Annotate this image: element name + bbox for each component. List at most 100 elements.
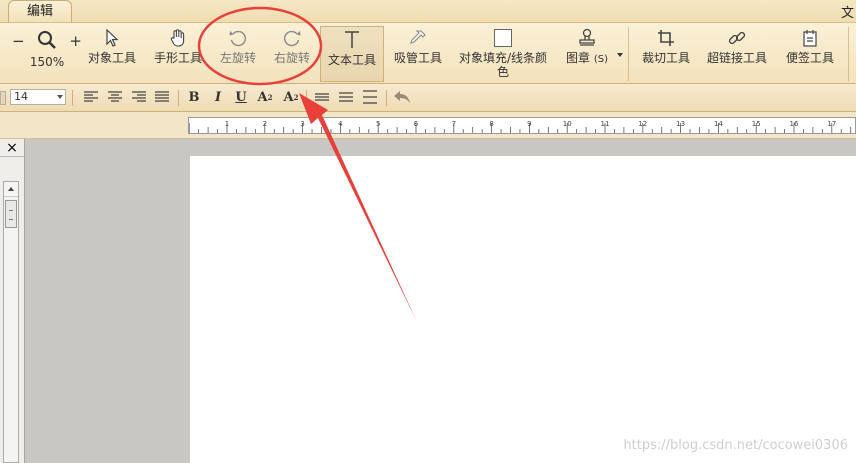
hand-icon	[170, 29, 185, 47]
ribbon-separator-right	[848, 27, 849, 81]
hand-tool-button[interactable]: 手形工具	[150, 25, 206, 81]
align-left-icon	[84, 91, 98, 102]
ruler-label: 16	[790, 120, 799, 128]
magnifier-icon[interactable]	[37, 30, 57, 53]
watermark-text: https://blog.csdn.net/cocowei0306	[623, 438, 848, 453]
italic-button[interactable]: I	[209, 88, 227, 106]
justify-icon	[155, 91, 169, 102]
underline-button[interactable]: U	[232, 88, 250, 106]
line-spacing-2-button[interactable]	[337, 88, 355, 106]
font-family-stub[interactable]	[0, 91, 6, 105]
align-center-button[interactable]	[106, 88, 124, 106]
note-tool-button[interactable]: 便签工具	[782, 25, 838, 81]
note-icon	[803, 30, 817, 47]
ruler-label: 1	[225, 120, 229, 128]
zoom-value: 150%	[29, 55, 65, 69]
justify-button[interactable]	[153, 88, 171, 106]
note-tool-label: 便签工具	[785, 51, 834, 65]
rotate-right-label: 右旋转	[273, 51, 310, 65]
ruler-label: 14	[714, 120, 723, 128]
undo-arrow-icon	[394, 91, 410, 103]
ruler-label: 3	[300, 120, 304, 128]
zoom-control: − + 150%	[12, 27, 82, 79]
ruler-label: 10	[563, 120, 572, 128]
horizontal-ruler: 1 2 3 4 5 6 7 8 9 10 11 12 13 14 15 16 17	[188, 117, 856, 134]
cursor-icon	[106, 29, 119, 47]
vertical-scrollbar[interactable]	[3, 181, 19, 463]
chain-link-icon	[728, 31, 746, 45]
chevron-down-icon	[57, 95, 63, 99]
document-page[interactable]: https://blog.csdn.net/cocowei0306	[190, 156, 856, 463]
link-tool-label: 超链接工具	[706, 51, 767, 65]
left-panel: ×	[0, 139, 25, 463]
eyedropper-tool-label: 吸管工具	[393, 51, 442, 65]
stamp-label: 图章 (S)	[566, 51, 608, 65]
ruler-label: 9	[527, 120, 531, 128]
eyedropper-tool-button[interactable]: 吸管工具	[390, 25, 446, 81]
object-tool-button[interactable]: 对象工具	[84, 25, 140, 81]
ruler-label: 17	[827, 120, 836, 128]
ruler-label: 5	[376, 120, 380, 128]
align-left-button[interactable]	[82, 88, 100, 106]
font-size-select[interactable]: 14	[10, 89, 66, 105]
text-tool-button[interactable]: 文本工具	[320, 26, 384, 82]
ruler-label: 11	[601, 120, 610, 128]
zoom-out-button[interactable]: −	[12, 32, 25, 50]
fill-color-label: 对象填充/线条颜色	[458, 51, 548, 79]
line-spacing-3-button[interactable]	[361, 88, 379, 106]
crop-tool-button[interactable]: 裁切工具	[638, 25, 694, 81]
crop-icon	[658, 30, 674, 46]
rotate-left-icon	[229, 30, 247, 47]
superscript-button[interactable]: A2	[256, 88, 274, 106]
subscript-base: A	[283, 89, 294, 105]
rotate-right-icon	[283, 30, 301, 47]
text-t-icon	[345, 31, 359, 48]
line-spacing-1-button[interactable]	[313, 88, 331, 106]
ruler-label: 7	[452, 120, 456, 128]
superscript-base: A	[257, 89, 268, 105]
object-tool-label: 对象工具	[87, 51, 136, 65]
hand-tool-label: 手形工具	[153, 51, 202, 65]
rotate-right-button[interactable]: 右旋转	[266, 25, 318, 81]
link-tool-button[interactable]: 超链接工具	[704, 25, 770, 81]
bold-button[interactable]: B	[185, 88, 203, 106]
tab-bar: 编辑 文	[0, 0, 856, 22]
format-separator	[306, 90, 307, 106]
undo-button[interactable]	[393, 88, 411, 106]
subscript-button[interactable]: A2	[282, 88, 300, 106]
line-spacing-icon	[315, 93, 329, 101]
ruler-label: 12	[638, 120, 647, 128]
eyedropper-icon	[410, 30, 426, 44]
format-separator	[72, 90, 73, 106]
align-right-icon	[132, 91, 146, 102]
ruler-label: 13	[676, 120, 685, 128]
rotate-left-button[interactable]: 左旋转	[212, 25, 264, 81]
ruler-label: 4	[338, 120, 343, 128]
scroll-up-icon[interactable]	[4, 182, 18, 197]
tab-edit[interactable]: 编辑	[8, 0, 72, 22]
align-right-button[interactable]	[130, 88, 148, 106]
stamp-button[interactable]: 图章 (S)	[560, 25, 614, 81]
ruler-label: 2	[263, 120, 267, 128]
format-separator	[178, 90, 179, 106]
ruler-label: 6	[414, 120, 419, 128]
ribbon-separator	[628, 27, 629, 81]
fill-color-button[interactable]: 对象填充/线条颜色	[454, 25, 552, 81]
rotate-left-label: 左旋转	[219, 51, 256, 65]
close-icon[interactable]: ×	[0, 139, 24, 157]
line-spacing-icon	[339, 92, 353, 102]
scroll-thumb[interactable]	[5, 200, 17, 228]
tab-partial[interactable]: 文	[841, 2, 854, 21]
stamp-dropdown-arrow[interactable]	[617, 53, 623, 57]
format-toolbar: 14 B I U A2 A2	[0, 84, 856, 112]
ribbon-toolbar: − + 150% 对象工具 手形工具 左旋转 右旋转 文本工具 吸管工具 对象填…	[0, 22, 856, 84]
line-spacing-icon	[363, 90, 377, 104]
crop-tool-label: 裁切工具	[641, 51, 690, 65]
subscript-mark: 2	[293, 92, 299, 102]
color-swatch-icon	[494, 29, 512, 47]
ruler-label: 15	[752, 120, 761, 128]
superscript-mark: 2	[267, 92, 273, 102]
zoom-in-button[interactable]: +	[69, 32, 82, 50]
stamp-icon	[579, 28, 595, 46]
ruler-label: 8	[489, 120, 493, 128]
